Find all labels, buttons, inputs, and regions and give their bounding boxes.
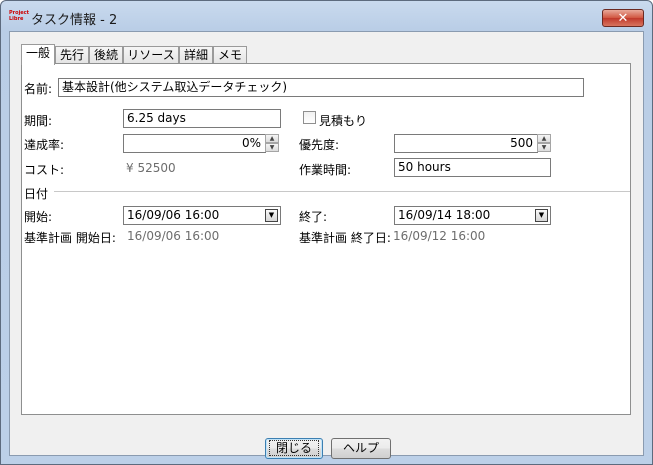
- baseline-start-value: 16/09/06 16:00: [127, 229, 220, 243]
- start-date-dropdown[interactable]: 16/09/06 16:00 ▼: [123, 206, 281, 225]
- window-title: タスク情報 - 2: [31, 13, 118, 28]
- end-date-dropdown[interactable]: 16/09/14 18:00 ▼: [394, 206, 551, 225]
- title-bar[interactable]: Project Libre タスク情報 - 2 ✕: [1, 1, 652, 31]
- tab-notes[interactable]: メモ: [213, 46, 247, 64]
- help-button[interactable]: ヘルプ: [331, 438, 391, 459]
- completion-input[interactable]: 0%: [123, 134, 266, 153]
- name-input[interactable]: 基本設計(他システム取込データチェック): [58, 78, 584, 97]
- baseline-end-label: 基準計画 終了日:: [299, 231, 391, 245]
- duration-input[interactable]: 6.25 days: [123, 109, 281, 128]
- window-close-button[interactable]: ✕: [602, 9, 644, 27]
- close-button-label: 閉じる: [268, 440, 319, 456]
- spin-down-icon[interactable]: ▼: [265, 143, 279, 152]
- general-tab-panel: 名前: 基本設計(他システム取込データチェック) 期間: 6.25 days 見…: [21, 63, 631, 415]
- cost-value: ¥ 52500: [126, 161, 176, 175]
- tab-successors[interactable]: 後続: [89, 46, 123, 64]
- tab-details[interactable]: 詳細: [179, 46, 213, 64]
- spin-up-icon[interactable]: ▲: [537, 134, 551, 143]
- priority-input[interactable]: 500: [394, 134, 538, 153]
- baseline-end-value: 16/09/12 16:00: [393, 229, 486, 243]
- priority-spinner[interactable]: ▲ ▼: [537, 134, 551, 153]
- duration-label: 期間:: [24, 114, 53, 128]
- dropdown-arrow-icon[interactable]: ▼: [265, 209, 278, 222]
- close-button[interactable]: 閉じる: [265, 438, 323, 459]
- work-input[interactable]: 50 hours: [394, 158, 551, 177]
- start-date-value: 16/09/06 16:00: [127, 208, 220, 222]
- dialog-body: 一般 先行 後続 リソース 詳細 メモ 名前: 基本設計(他システム取込データチ…: [9, 31, 644, 459]
- tab-general[interactable]: 一般: [21, 44, 55, 65]
- dates-divider: [54, 191, 630, 193]
- app-logo-icon: Project Libre: [9, 10, 30, 22]
- completion-spinner[interactable]: ▲ ▼: [265, 134, 279, 153]
- start-label: 開始:: [24, 210, 53, 224]
- tab-predecessors[interactable]: 先行: [55, 46, 89, 64]
- dates-section-label: 日付: [24, 187, 49, 201]
- cost-label: コスト:: [24, 163, 65, 177]
- baseline-start-label: 基準計画 開始日:: [24, 231, 116, 245]
- completion-label: 達成率:: [24, 138, 65, 152]
- spin-down-icon[interactable]: ▼: [537, 143, 551, 152]
- estimate-label: 見積もり: [319, 114, 368, 128]
- priority-label: 優先度:: [299, 138, 340, 152]
- name-label: 名前:: [24, 82, 53, 96]
- tab-resources[interactable]: リソース: [123, 46, 179, 64]
- task-info-window: Project Libre タスク情報 - 2 ✕ 一般 先行 後続 リソース 詳…: [0, 0, 653, 465]
- work-label: 作業時間:: [299, 163, 352, 177]
- dropdown-arrow-icon[interactable]: ▼: [535, 209, 548, 222]
- end-date-value: 16/09/14 18:00: [398, 208, 491, 222]
- close-icon: ✕: [617, 11, 629, 26]
- end-label: 終了:: [299, 210, 328, 224]
- estimate-checkbox[interactable]: [303, 111, 316, 124]
- spin-up-icon[interactable]: ▲: [265, 134, 279, 143]
